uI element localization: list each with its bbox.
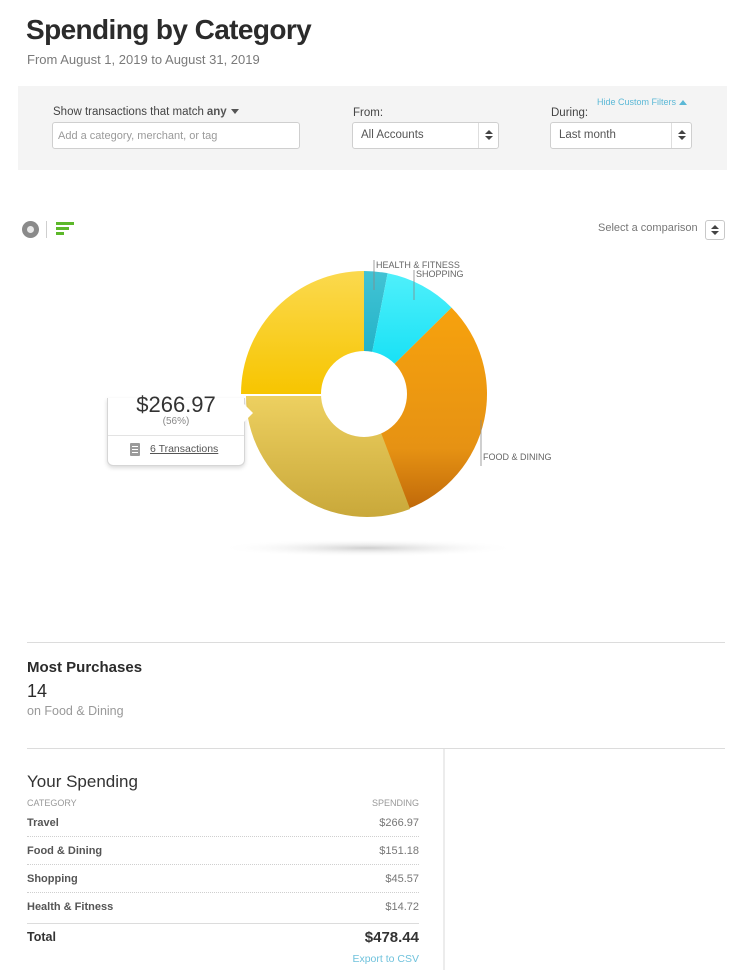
- period-select-arrow: [671, 123, 691, 148]
- tooltip-pointer: [244, 404, 253, 422]
- total-amount: $478.44: [364, 929, 419, 946]
- total-divider: [27, 923, 419, 924]
- bar-list-icon[interactable]: [56, 222, 76, 238]
- tooltip-amount: $266.97: [136, 392, 216, 417]
- comparison-label: Select a comparison: [598, 222, 698, 234]
- page-title: Spending by Category: [26, 14, 312, 45]
- row-category: Travel: [27, 817, 59, 829]
- up-down-arrows-icon: [678, 130, 686, 141]
- section-divider: [27, 748, 725, 749]
- from-label: From:: [353, 107, 384, 119]
- slice-label-shopping: SHOPPING: [416, 269, 464, 279]
- row-amount: $151.18: [379, 845, 419, 857]
- toggle-divider: [46, 221, 47, 238]
- hide-custom-filters-link[interactable]: Hide Custom Filters: [597, 97, 688, 107]
- donut-hole: [321, 351, 407, 437]
- slice-label-food-and-dining: FOOD & DINING: [483, 452, 552, 462]
- row-category: Food & Dining: [27, 845, 103, 857]
- your-spending-title: Your Spending: [27, 772, 138, 791]
- row-amount: $14.72: [385, 901, 419, 913]
- row-divider: [27, 836, 419, 837]
- section-divider: [27, 642, 725, 643]
- chart-shadow: [218, 539, 518, 557]
- match-label-text: Show transactions that match: [53, 106, 204, 118]
- category-column-header: CATEGORY: [27, 798, 77, 808]
- account-select[interactable]: All Accounts: [352, 122, 499, 149]
- up-down-arrows-icon: [485, 130, 493, 141]
- account-select-value: All Accounts: [361, 129, 424, 141]
- spending-row[interactable]: Travel $266.97: [27, 817, 419, 845]
- document-icon: [130, 443, 140, 456]
- slice-tooltip: $266.97 (56%) 6 Transactions: [107, 392, 253, 466]
- period-select-value: Last month: [559, 129, 616, 141]
- period-select[interactable]: Last month: [550, 122, 692, 149]
- total-label: Total: [27, 930, 56, 944]
- column-divider: [443, 749, 445, 970]
- comparison-select-button[interactable]: [705, 220, 725, 240]
- caret-up-icon: [679, 100, 688, 106]
- most-purchases-title: Most Purchases: [27, 659, 143, 676]
- date-range-subtitle: From August 1, 2019 to August 31, 2019: [27, 52, 260, 67]
- row-amount: $266.97: [379, 817, 419, 829]
- tooltip-divider: [108, 435, 244, 436]
- donut-chart-icon[interactable]: [22, 221, 39, 238]
- match-filter-label: Show transactions that match any: [53, 106, 239, 118]
- export-csv-link[interactable]: Export to CSV: [352, 953, 419, 965]
- spending-row[interactable]: Health & Fitness $14.72: [27, 901, 419, 929]
- during-label: During:: [551, 107, 589, 119]
- spending-row[interactable]: Food & Dining $151.18: [27, 845, 419, 873]
- transactions-link[interactable]: 6 Transactions: [150, 443, 218, 455]
- up-down-arrows-icon: [711, 225, 719, 236]
- row-category: Shopping: [27, 873, 78, 885]
- row-amount: $45.57: [385, 873, 419, 885]
- spending-column-header: SPENDING: [371, 798, 419, 808]
- filter-search-input[interactable]: [52, 122, 300, 149]
- match-mode-dropdown[interactable]: any: [207, 106, 239, 118]
- tooltip-percent: (56%): [162, 416, 190, 427]
- caret-down-icon: [230, 109, 239, 115]
- row-category: Health & Fitness: [27, 901, 114, 913]
- row-divider: [27, 864, 419, 865]
- account-select-arrow: [478, 123, 498, 148]
- spending-row[interactable]: Shopping $45.57: [27, 873, 419, 901]
- match-mode-value: any: [206, 106, 227, 118]
- hide-custom-filters-text: Hide Custom Filters: [597, 97, 677, 107]
- slice-label-health-and-fitness: HEALTH & FITNESS: [376, 260, 460, 270]
- row-divider: [27, 892, 419, 893]
- filter-bar: Show transactions that matchany From: Al…: [18, 86, 727, 170]
- most-purchases-category: on Food & Dining: [27, 704, 124, 718]
- most-purchases-count: 14: [27, 681, 48, 701]
